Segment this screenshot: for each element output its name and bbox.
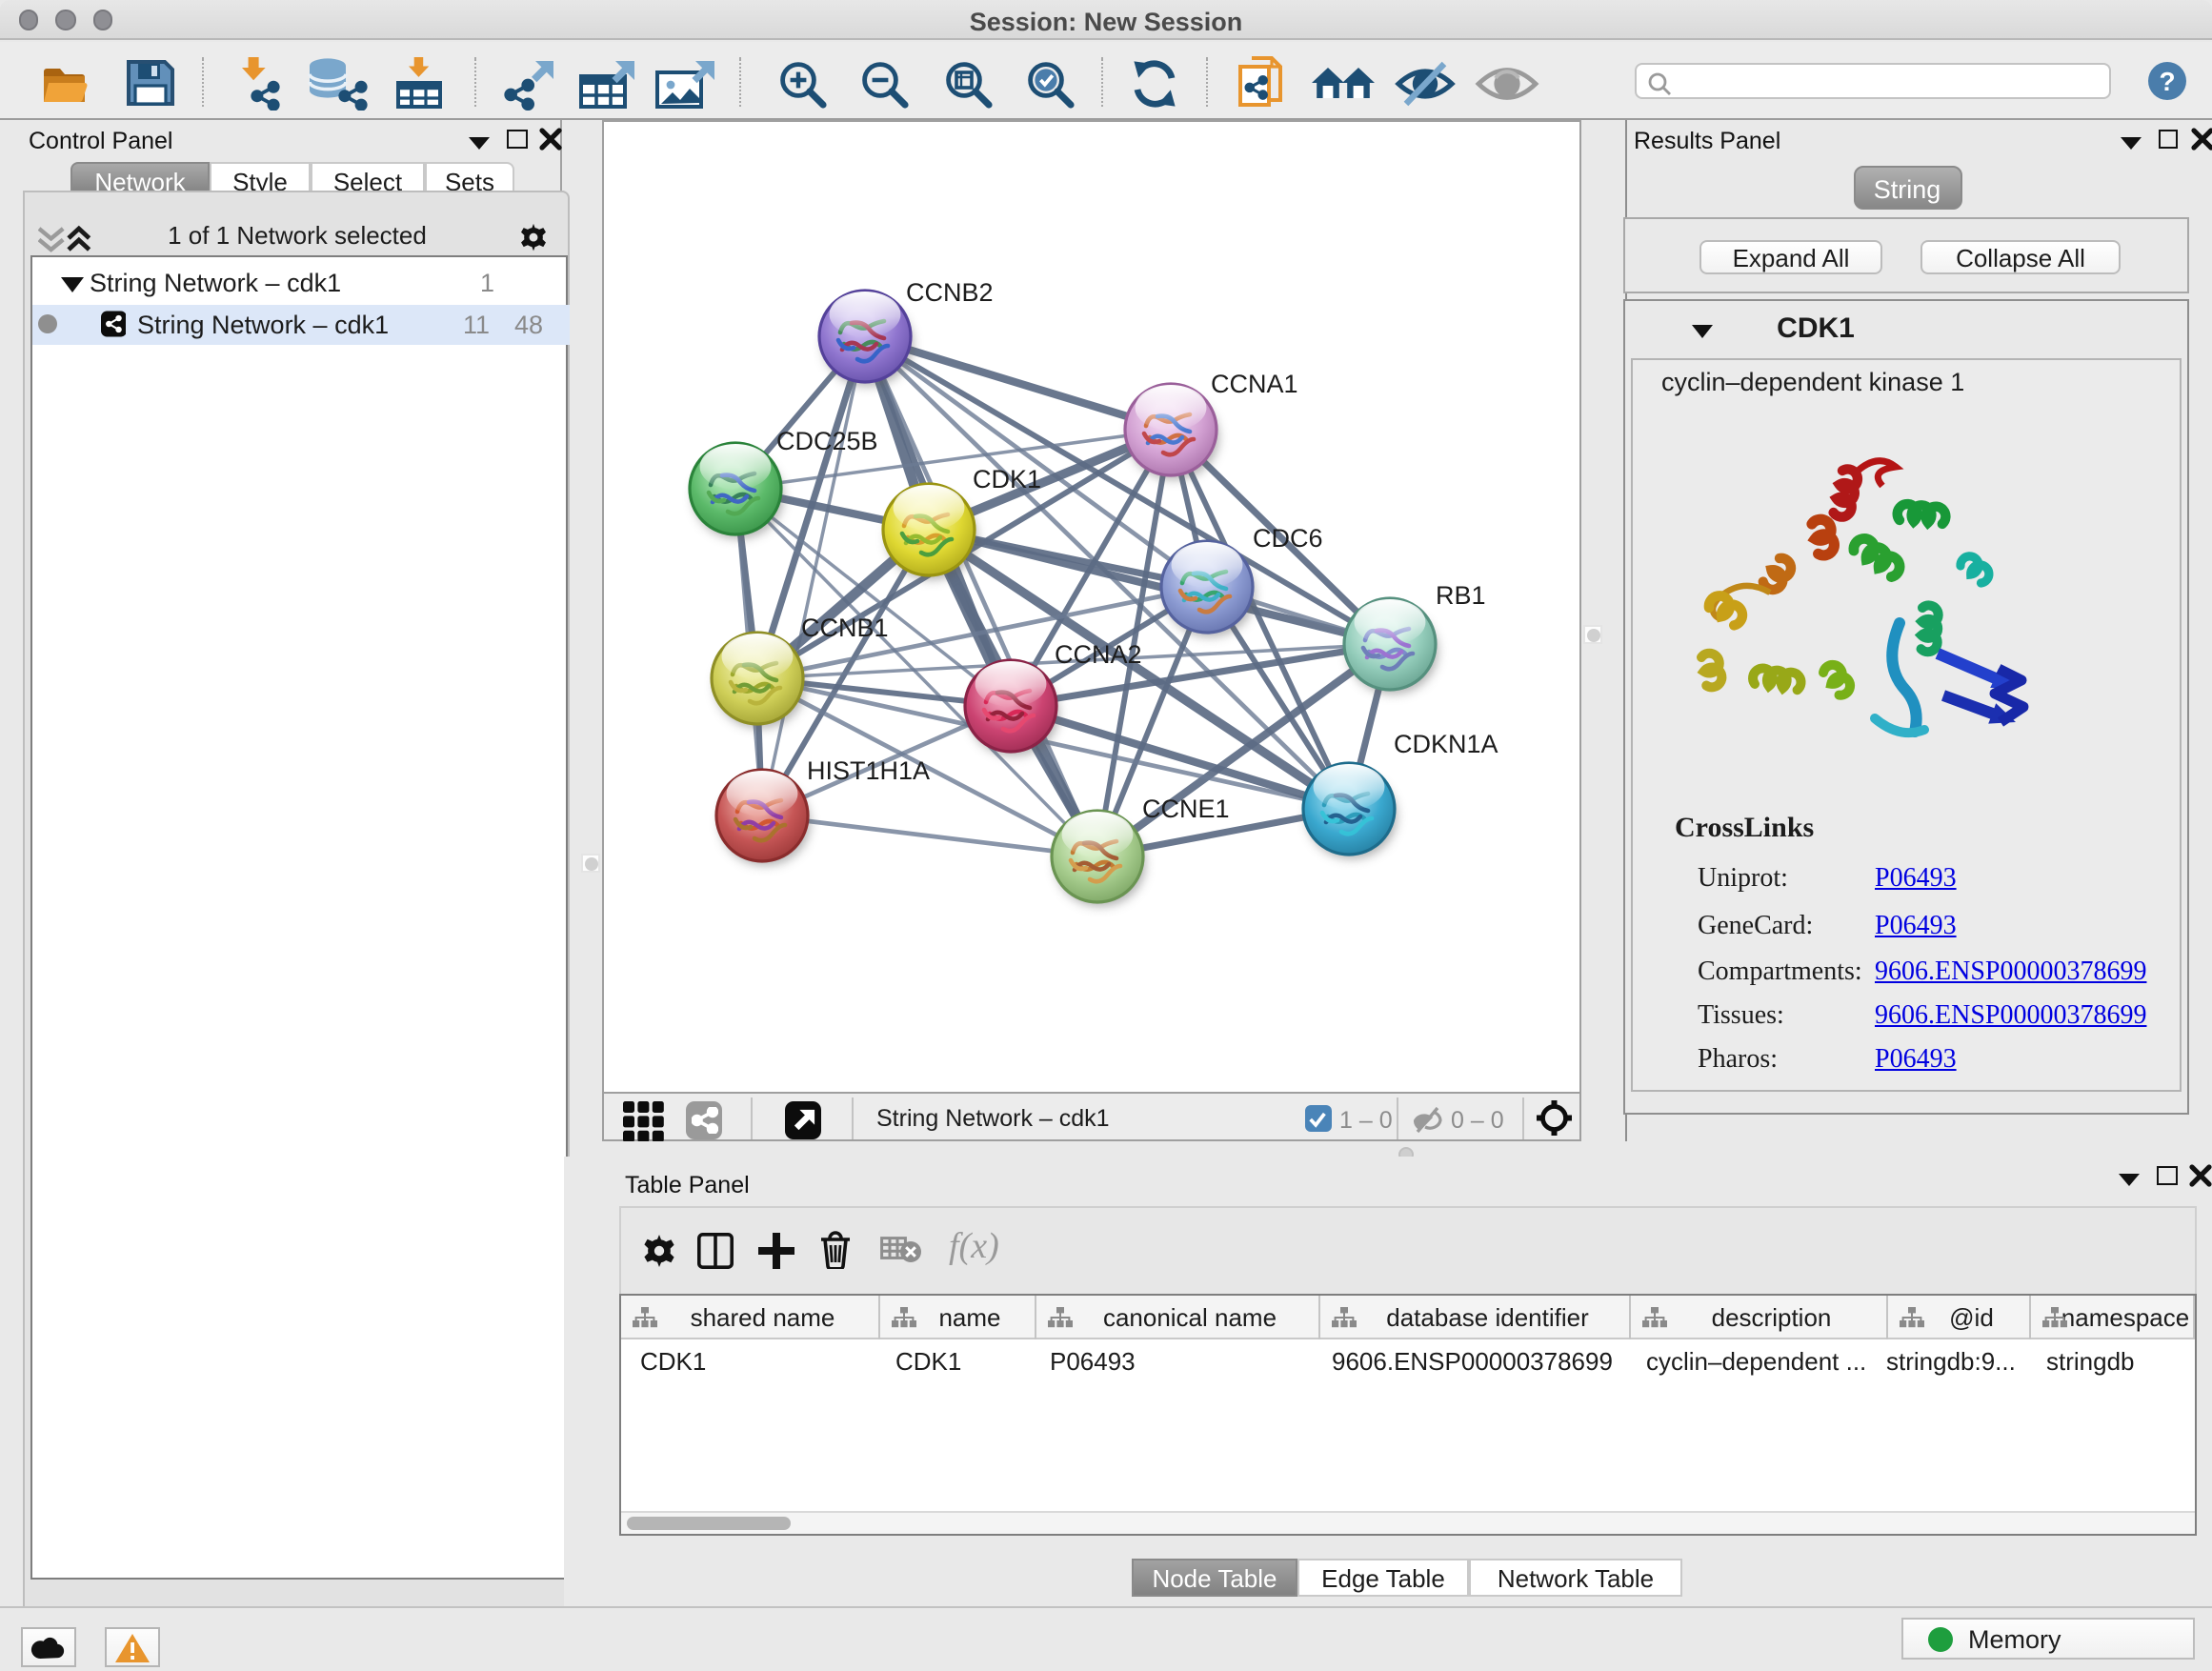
svg-text:CCNB1: CCNB1 bbox=[800, 613, 888, 641]
svg-text:RB1: RB1 bbox=[1435, 580, 1485, 609]
svg-text:CDKN1A: CDKN1A bbox=[1393, 729, 1498, 757]
svg-text:CCNA2: CCNA2 bbox=[1054, 639, 1141, 668]
svg-text:CDK1: CDK1 bbox=[972, 464, 1040, 493]
svg-text:CDC6: CDC6 bbox=[1252, 523, 1322, 552]
svg-text:CDC25B: CDC25B bbox=[775, 426, 877, 454]
svg-text:CCNE1: CCNE1 bbox=[1141, 794, 1229, 822]
svg-text:?: ? bbox=[2159, 67, 2175, 96]
svg-text:HIST1H1A: HIST1H1A bbox=[806, 755, 929, 784]
svg-text:CCNA1: CCNA1 bbox=[1210, 369, 1297, 397]
svg-text:CCNB2: CCNB2 bbox=[905, 277, 993, 306]
